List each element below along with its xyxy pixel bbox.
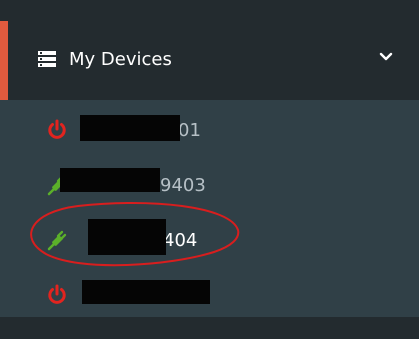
my-devices-header[interactable]: My Devices <box>0 21 419 100</box>
server-list-icon <box>38 51 56 67</box>
bottom-bar <box>0 317 419 339</box>
device-label: 404 <box>163 230 198 251</box>
chevron-down-icon[interactable] <box>379 51 393 63</box>
device-label: 01 <box>178 120 201 141</box>
menu-title: My Devices <box>69 49 172 70</box>
device-label: 9403 <box>160 175 206 196</box>
active-accent-bar <box>0 21 8 100</box>
device-item[interactable]: 01 <box>0 103 419 158</box>
plug-icon <box>47 230 67 251</box>
device-item[interactable]: 9403 <box>0 158 419 213</box>
redaction <box>60 168 160 192</box>
redaction <box>82 280 210 304</box>
device-menu-panel: My Devices 01 9403 404 <box>0 0 419 339</box>
redaction <box>88 219 166 255</box>
top-bar <box>0 0 419 21</box>
power-icon <box>48 119 66 139</box>
redaction <box>80 115 180 141</box>
device-item[interactable] <box>0 268 419 323</box>
power-icon <box>48 284 66 304</box>
device-item-highlighted[interactable]: 404 <box>0 213 419 268</box>
